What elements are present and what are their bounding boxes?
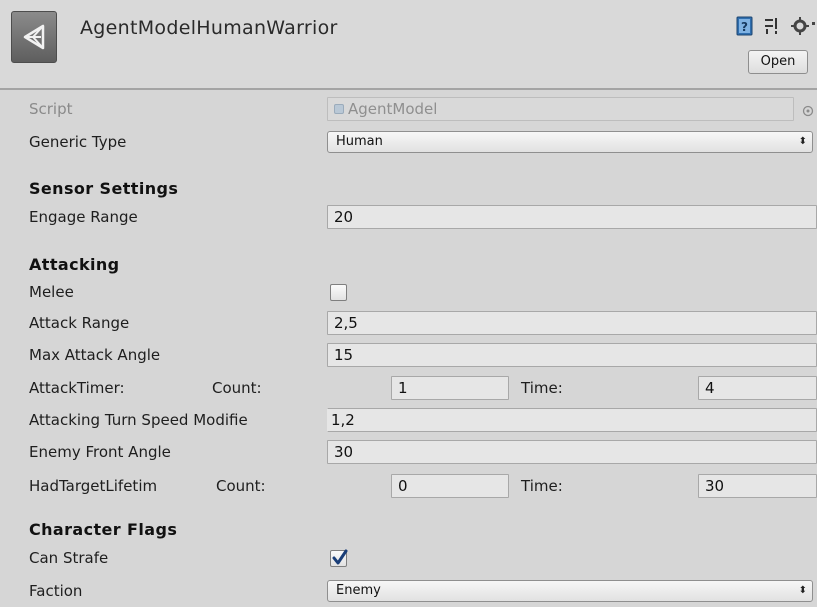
attack-range-field[interactable]: 2,5 bbox=[327, 311, 817, 335]
sensor-settings-header: Sensor Settings bbox=[29, 179, 179, 198]
can-strafe-checkbox[interactable] bbox=[330, 549, 348, 567]
attacking-header: Attacking bbox=[29, 255, 120, 274]
enemy-front-angle-field[interactable]: 30 bbox=[327, 440, 817, 464]
faction-value: Enemy bbox=[336, 583, 381, 598]
faction-dropdown[interactable]: Enemy ⬍ bbox=[327, 580, 813, 602]
had-target-lifetime-count-field[interactable]: 0 bbox=[391, 474, 509, 498]
attack-timer-count-field[interactable]: 1 bbox=[391, 376, 509, 400]
inspector-header: AgentModelHumanWarrior ? Open bbox=[0, 0, 817, 88]
had-target-lifetime-time-field[interactable]: 30 bbox=[698, 474, 817, 498]
attack-timer-count-label: Count: bbox=[212, 379, 262, 397]
had-target-lifetime-label: HadTargetLifetim bbox=[29, 477, 158, 495]
turn-speed-modifier-field[interactable]: 1,2 bbox=[327, 408, 817, 432]
script-label: Script bbox=[29, 100, 73, 118]
had-target-lifetime-count-label: Count: bbox=[216, 477, 266, 495]
generic-type-label: Generic Type bbox=[29, 133, 127, 151]
attack-timer-time-field[interactable]: 4 bbox=[698, 376, 817, 400]
turn-speed-modifier-label: Attacking Turn Speed Modifie bbox=[29, 411, 248, 429]
generic-type-value: Human bbox=[336, 134, 383, 149]
preset-sliders-icon[interactable] bbox=[762, 16, 782, 36]
attack-range-label: Attack Range bbox=[29, 314, 130, 332]
script-file-icon bbox=[334, 103, 344, 114]
attack-timer-time-label: Time: bbox=[521, 379, 563, 397]
had-target-lifetime-time-label: Time: bbox=[521, 477, 563, 495]
character-flags-header: Character Flags bbox=[29, 520, 178, 539]
svg-text:?: ? bbox=[741, 20, 748, 34]
engage-range-label: Engage Range bbox=[29, 208, 138, 226]
can-strafe-label: Can Strafe bbox=[29, 549, 109, 567]
object-picker-icon[interactable] bbox=[801, 104, 815, 118]
help-book-icon[interactable]: ? bbox=[735, 16, 755, 36]
melee-label: Melee bbox=[29, 283, 74, 301]
unity-asset-icon bbox=[11, 11, 57, 63]
dropdown-arrows-icon: ⬍ bbox=[798, 585, 807, 596]
dropdown-arrows-icon: ⬍ bbox=[798, 136, 807, 147]
max-attack-angle-field[interactable]: 15 bbox=[327, 343, 817, 367]
checkmark-icon bbox=[332, 549, 348, 565]
header-divider bbox=[0, 88, 817, 90]
melee-checkbox[interactable] bbox=[330, 284, 347, 301]
max-attack-angle-label: Max Attack Angle bbox=[29, 346, 161, 364]
generic-type-dropdown[interactable]: Human ⬍ bbox=[327, 131, 813, 153]
script-field: AgentModel bbox=[327, 97, 794, 121]
engage-range-field[interactable]: 20 bbox=[327, 205, 817, 229]
enemy-front-angle-label: Enemy Front Angle bbox=[29, 443, 171, 461]
open-button[interactable]: Open bbox=[748, 50, 808, 74]
faction-label: Faction bbox=[29, 582, 83, 600]
gear-icon[interactable] bbox=[790, 16, 817, 36]
attack-timer-label: AttackTimer: bbox=[29, 379, 125, 397]
script-value: AgentModel bbox=[348, 100, 438, 118]
asset-title: AgentModelHumanWarrior bbox=[80, 17, 338, 39]
